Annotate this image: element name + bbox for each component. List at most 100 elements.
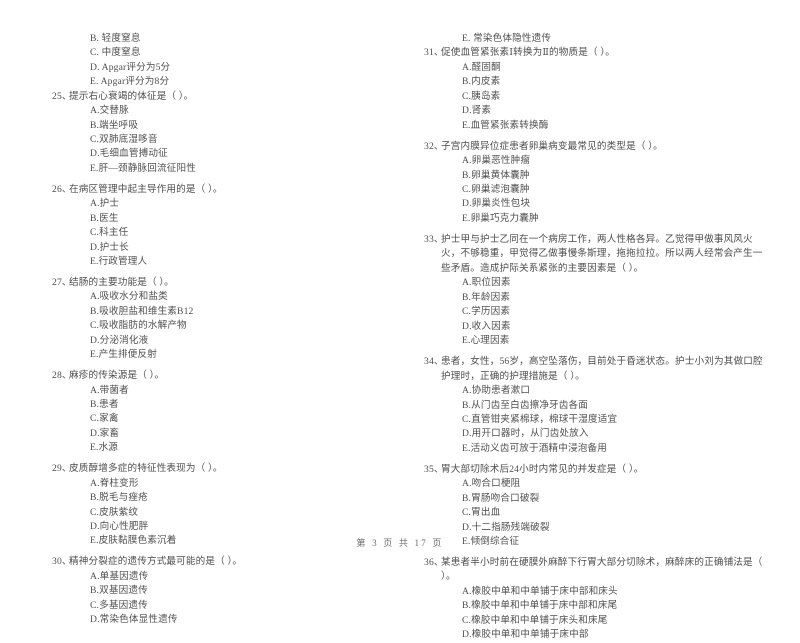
option-label: C. — [90, 320, 100, 332]
question-option[interactable]: B. 内皮素 — [424, 75, 772, 89]
question-option[interactable]: D. 十二指肠残端破裂 — [424, 521, 772, 535]
option-text: 肾素 — [471, 105, 492, 117]
question-option[interactable]: A. 吻合口梗阻 — [424, 477, 772, 491]
question-option[interactable]: D. 护士长 — [52, 241, 400, 255]
question-option[interactable]: D. 收入因素 — [424, 320, 772, 334]
question-option[interactable]: E. 产生排便反射 — [52, 348, 400, 362]
continued-option: E. Apgar评分为8分 — [52, 75, 400, 89]
question-option[interactable]: C. 卵巢滤泡囊肿 — [424, 183, 772, 197]
option-text: 肝—颈静脉回流征阳性 — [98, 162, 196, 174]
question-option[interactable]: D. 橡胶中单和中单铺于床中部 — [424, 628, 772, 642]
option-label: E. — [462, 212, 471, 224]
question-option[interactable]: A. 吸收水分和盐类 — [52, 290, 400, 304]
question-option[interactable]: D. 分泌消化液 — [52, 334, 400, 348]
question-option[interactable]: E. 水源 — [52, 441, 400, 455]
question-stem: 36、 某患者半小时前在硬膜外麻醉下行胃大部分切除术，麻醉床的正确铺法是（ ）。 — [424, 556, 772, 585]
option-label: D. — [462, 428, 472, 440]
option-label: D. — [462, 521, 472, 533]
question-number: 25、 — [52, 90, 72, 102]
continued-option: D. Apgar评分为5分 — [52, 61, 400, 75]
question-option[interactable]: D. 用开口器时，从门齿处放入 — [424, 427, 772, 441]
question-option[interactable]: B. 端坐呼吸 — [52, 119, 400, 133]
question-option[interactable]: C. 胃出血 — [424, 506, 772, 520]
question-text: 结肠的主要功能是（ ）。 — [69, 276, 174, 288]
question-option[interactable]: E. 行政管理人 — [52, 255, 400, 269]
question-option[interactable]: B. 患者 — [52, 398, 400, 412]
question-option[interactable]: B. 脱毛与痤疮 — [52, 491, 400, 505]
question-option[interactable]: B. 年龄因素 — [424, 291, 772, 305]
question-option[interactable]: D. 毛细血管搏动征 — [52, 147, 400, 161]
question-option[interactable]: A. 带菌者 — [52, 384, 400, 398]
question-option[interactable]: B. 医生 — [52, 212, 400, 226]
question-option[interactable]: A. 卵巢恶性肿瘤 — [424, 154, 772, 168]
question-option[interactable]: D. 卵巢炎性包块 — [424, 197, 772, 211]
question-option[interactable]: B. 从门齿至白齿擦净牙齿各面 — [424, 399, 772, 413]
question-stem: 25、 提示右心衰竭的体征是（ ）。 — [52, 90, 400, 105]
question-option[interactable]: B. 卵巢黄体囊肿 — [424, 169, 772, 183]
option-text: Apgar评分为8分 — [100, 76, 170, 88]
option-label: E. — [462, 442, 471, 454]
question-stem: 30、 精神分裂症的遗传方式最可能的是（ ）。 — [52, 555, 400, 570]
option-label: C. — [90, 227, 100, 239]
question-option[interactable]: A. 交替脉 — [52, 104, 400, 118]
question-block: 26、 在病区管理中起主导作用的是（ ）。 A. 护士 B. 医生 C. 科主任 D. 护… — [52, 183, 400, 270]
question-option[interactable]: B. 吸收胆盐和维生素B12 — [52, 305, 400, 319]
question-stem: 27、 结肠的主要功能是（ ）。 — [52, 276, 400, 291]
option-label: E. — [90, 442, 99, 454]
question-option[interactable]: C. 家禽 — [52, 412, 400, 426]
option-label: E. — [462, 33, 474, 44]
question-option[interactable]: A. 醛固酮 — [424, 61, 772, 75]
question-option[interactable]: C. 双肺底湿哆音 — [52, 133, 400, 147]
question-option[interactable]: E. 心理因素 — [424, 334, 772, 348]
question-option[interactable]: B. 双基因遗传 — [52, 584, 400, 598]
question-option[interactable]: C. 学历因素 — [424, 305, 772, 319]
question-option[interactable]: E. 卵巢巧克力囊肿 — [424, 212, 772, 226]
option-text: 胃肠吻合口破裂 — [471, 492, 540, 504]
question-option[interactable]: C. 多基因遗传 — [52, 599, 400, 613]
option-label: A. — [462, 586, 472, 597]
option-label: C. — [462, 614, 472, 626]
question-option[interactable]: E. 血管紧张素转换酶 — [424, 119, 772, 133]
option-text: 卵巢炎性包块 — [471, 198, 531, 210]
option-text: 单基因遗传 — [99, 570, 149, 582]
question-option[interactable]: C. 科主任 — [52, 226, 400, 240]
option-label: D. — [90, 520, 100, 532]
question-text: 促使血管紧张素Ⅰ转换为Ⅱ的物质是（ ）。 — [441, 47, 616, 59]
question-option[interactable]: A. 单基因遗传 — [52, 570, 400, 584]
option-label: B. — [462, 492, 472, 504]
question-block: 31、 促使血管紧张素Ⅰ转换为Ⅱ的物质是（ ）。 A. 醛固酮 B. 内皮素 C. 胰岛… — [424, 46, 772, 133]
option-label: C. — [462, 90, 472, 102]
question-option[interactable]: C. 胰岛素 — [424, 90, 772, 104]
exam-page: B. 轻度窒息 C. 中度窒息 D. Apgar评分为5分 E. Apgar评分为8分… — [0, 0, 800, 640]
question-option[interactable]: A. 职位因素 — [424, 276, 772, 290]
option-label: C. — [90, 506, 100, 518]
question-option[interactable]: E. 活动义齿可放于酒精中浸泡备用 — [424, 442, 772, 456]
question-option[interactable]: D. 肾素 — [424, 104, 772, 118]
question-option[interactable]: B. 橡胶中单和中单铺于床中部和床尾 — [424, 599, 772, 613]
question-option[interactable]: D. 常染色体显性遗传 — [52, 613, 400, 627]
option-text: 学历因素 — [471, 306, 511, 318]
option-text: 卵巢巧克力囊肿 — [470, 212, 539, 224]
question-option[interactable]: A. 脊柱变形 — [52, 477, 400, 491]
question-option[interactable]: C. 皮肤紫纹 — [52, 506, 400, 520]
option-label: E. — [90, 76, 101, 88]
question-option[interactable]: A. 协助患者漱口 — [424, 384, 772, 398]
question-option[interactable]: A. 护士 — [52, 197, 400, 211]
question-block: 27、 结肠的主要功能是（ ）。 A. 吸收水分和盐类 B. 吸收胆盐和维生素B12 C… — [52, 276, 400, 363]
question-option[interactable]: C. 吸收脂肪的水解产物 — [52, 319, 400, 333]
option-label: A. — [90, 384, 100, 396]
question-option[interactable]: E. 肝—颈静脉回流征阳性 — [52, 162, 400, 176]
question-option[interactable]: C. 橡胶中单和中单铺于床头和床尾 — [424, 614, 772, 628]
question-number: 31、 — [424, 47, 444, 59]
question-option[interactable]: D. 向心性肥胖 — [52, 520, 400, 534]
question-stem: 29、 皮质醇增多症的特征性表现为（ ）。 — [52, 462, 400, 477]
question-option[interactable]: B. 胃肠吻合口破裂 — [424, 492, 772, 506]
option-label: B. — [462, 76, 472, 88]
question-block: 33、 护士甲与护士乙同在一个病房工作，两人性格各异。乙觉得甲做事风风火火，不够稳… — [424, 233, 772, 349]
option-label: A. — [462, 385, 472, 397]
question-number: 34、 — [424, 355, 444, 367]
question-option[interactable]: D. 家畜 — [52, 427, 400, 441]
question-option[interactable]: C. 直管钳夹紧棉球，棉球干湿度适宜 — [424, 413, 772, 427]
question-option[interactable]: A. 橡胶中单和中单铺于床中部和床头 — [424, 585, 772, 599]
option-label: A. — [90, 198, 100, 210]
